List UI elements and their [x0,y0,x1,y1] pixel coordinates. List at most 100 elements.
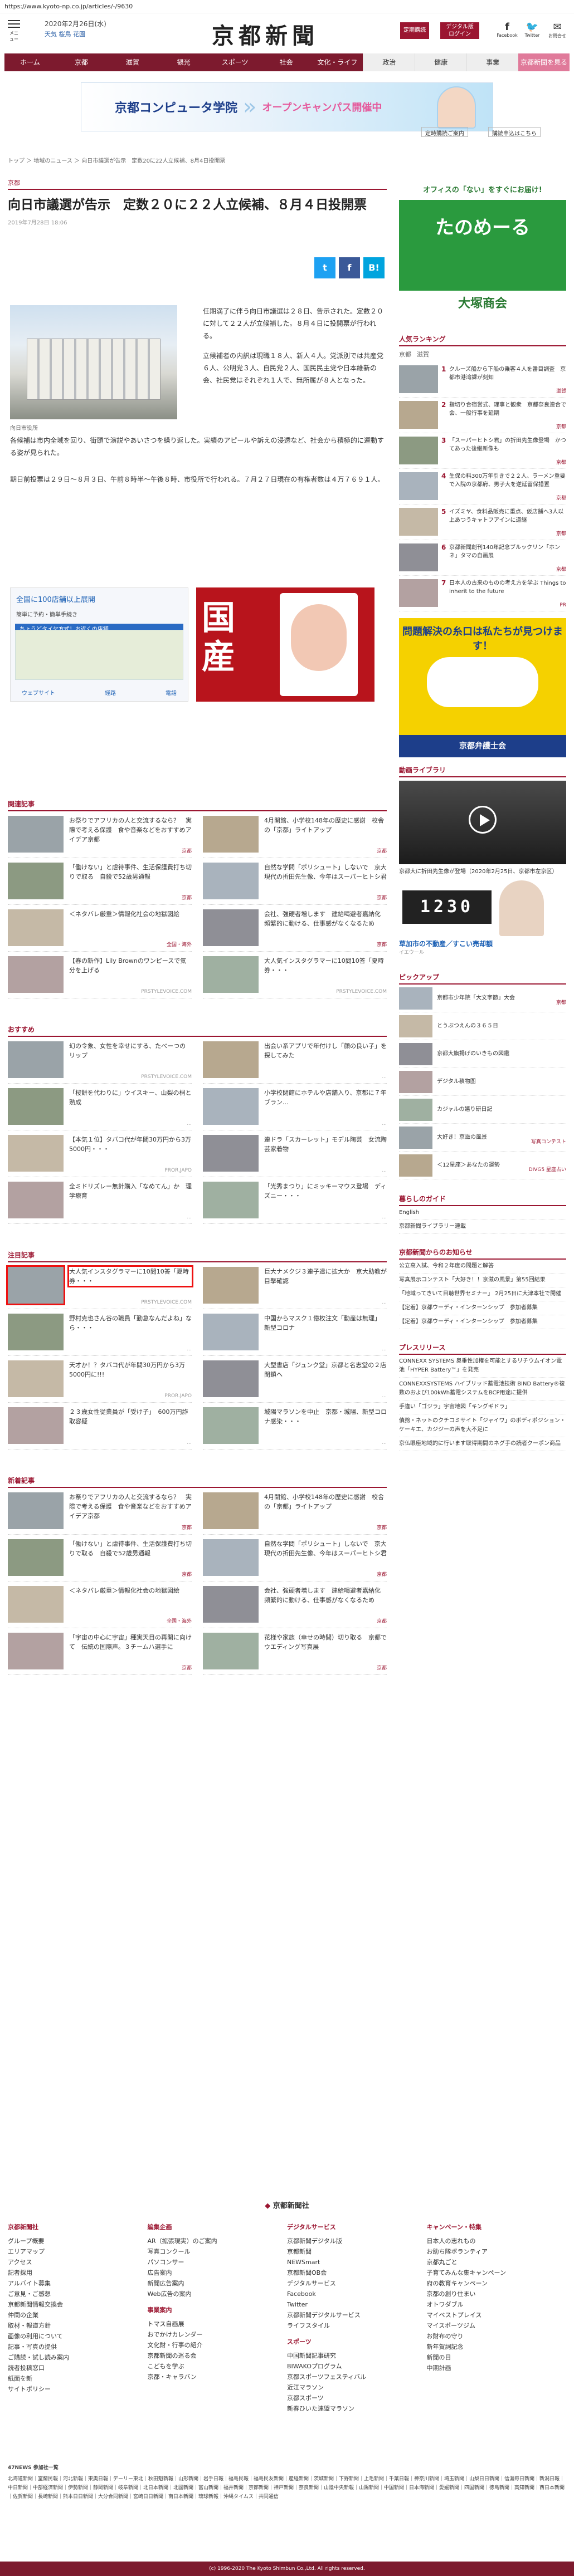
osusume-card[interactable]: 「桜餅を代わりに」ウイスキー、山梨の桐と熟成... [8,1084,192,1130]
footer-link[interactable]: 京都スポーツフェスティバル [287,2372,427,2382]
footer-link[interactable]: お助ち隊ボランティア [427,2246,567,2257]
ranking-tab-kyoto[interactable]: 京都 [399,350,411,359]
card-thumbnail[interactable] [8,909,64,946]
nav-kanko[interactable]: 観光 [158,53,210,71]
pickup-thumbnail[interactable] [399,1098,432,1121]
card-thumbnail[interactable] [8,1360,64,1397]
card-thumbnail[interactable] [8,1633,64,1669]
site-logo[interactable]: 京都新聞 [212,18,319,50]
footer-link[interactable]: デジタルサービス [287,2278,427,2289]
footer-link[interactable]: 読者投稿窓口 [8,2363,148,2373]
footer-link[interactable]: Facebook [287,2289,427,2299]
oshirase-item[interactable]: 【定着】京都ウーディ・インターンシップ 参加者募集 [399,1315,566,1329]
nav-jigyo[interactable]: 事業 [466,53,519,71]
card-text[interactable]: 連ドラ「スカーレット」モデル陶芸 女流陶芸家着物 [264,1135,387,1154]
chuumoku-card[interactable]: 巨大ナメクジ３連子遣に拡大か 京大助教が目撃確認... [203,1262,387,1309]
oshirase-item[interactable]: 公立高入試、今和２年度の問題と解答 [399,1260,566,1274]
card-text[interactable]: 「桜餅を代わりに」ウイスキー、山梨の桐と熟成 [69,1088,192,1107]
card-thumbnail[interactable] [8,1586,64,1623]
card-thumbnail[interactable] [8,1492,64,1529]
footer-link[interactable]: 仲間の企業 [8,2310,148,2320]
footer-link[interactable]: 京都・キャラバン [148,2372,288,2382]
card-text[interactable]: 【春の新作】Lily Brownのワンピースで気分を上げる [69,956,192,975]
footer-link[interactable]: 府の教育キャンペーン [427,2278,567,2289]
twitter-link[interactable]: 🐦 Twitter [521,21,543,38]
card-thumbnail[interactable] [8,1314,64,1350]
chuumoku-card[interactable]: 大型書店「ジュンク堂」京都と名志堂の２店閉鎖へ... [203,1356,387,1403]
video-player[interactable] [399,781,566,864]
footer-link[interactable]: アルバイト募集 [8,2278,148,2289]
card-text[interactable]: 【本気１位】タバコ代が年間30万円から3万5000円・・・ [69,1135,192,1154]
related-card[interactable]: お祭りでアフリカの人と交流するなら？ 実際で考える保護 食や音楽などをおすすめア… [8,811,192,858]
ranking-item[interactable]: 6 京都新聞創刊140年記念ブルックリン「ホンネ」タマの自画展 京都 [399,540,566,576]
chuumoku-card[interactable]: 城陽マラソンを中止 京都・城陽、新型コロナ感染・・・... [203,1403,387,1449]
card-text[interactable]: 花様や家族（幸せの時間）切り取る 京都でウエディング写真展 [264,1633,387,1652]
nav-kenko[interactable]: 健康 [415,53,467,71]
footer-link[interactable]: 中国新聞記事研究 [287,2350,427,2361]
related-card[interactable]: 【春の新作】Lily Brownのワンピースで気分を上げる PRSTYLEVOIC… [8,952,192,998]
card-thumbnail[interactable] [203,1492,259,1529]
card-text[interactable]: 4月開館、小学校148年の歴史に感謝 校舎の「京都」ライトアップ [264,1492,387,1511]
ranking-item[interactable]: 7 日本人の古来のものの考え方を学ぶ Things to inherit to t… [399,576,566,611]
card-text[interactable]: 中国からマスク１億枚注文「動産は無理」 新型コロナ [264,1314,387,1333]
nav-culture[interactable]: 文化・ライフ [312,53,363,71]
pet-food-ad[interactable]: 国産 [196,587,374,702]
shinchaku-card[interactable]: 自然な学問「ポリシュート」しないで 京大現代の折田先生像、今年はスーパーヒトシ君… [203,1535,387,1581]
play-icon[interactable] [469,806,497,834]
phone-action[interactable]: 電話 [166,688,177,697]
card-text[interactable]: 大人気インスタグラマーに10問10答「夏時券・・・ [67,1265,193,1287]
ranking-thumbnail[interactable] [399,472,438,500]
tanomeru-ad[interactable]: オフィスの「ない」をすぐにお届け! たのめーる 大塚商会 [399,178,566,317]
card-text[interactable]: 幻の令象、女性を幸せにする、たべーつのリップ [69,1041,192,1060]
pickup-thumbnail[interactable] [399,1154,432,1177]
osusume-card[interactable]: 全ミドリズレー無針購入「なめてん」か 理学療育... [8,1177,192,1224]
nav-newspaper[interactable]: 京都新聞を見る [518,53,570,71]
footer-link[interactable]: 京都新聞情報交換会 [8,2299,148,2310]
pickup-thumbnail[interactable] [399,1126,432,1149]
pickup-thumbnail[interactable] [399,1015,432,1037]
nav-home[interactable]: ホーム [4,53,56,71]
chuumoku-card[interactable]: 天才か！？タバコ代が年間30万円から3万5000円に!!! PROR.JAPO [8,1356,192,1403]
ranking-thumbnail[interactable] [399,543,438,571]
card-text[interactable]: 出会い系アプリで年付けし「顔の良い子」を探してみた [264,1041,387,1060]
card-thumbnail[interactable] [6,1265,65,1305]
card-text[interactable]: 天才か！？タバコ代が年間30万円から3万5000円に!!! [69,1360,192,1379]
card-text[interactable]: ＜ネタバレ厳重＞情報化社会の地獄図絵 [69,909,192,919]
osusume-card[interactable]: 連ドラ「スカーレット」モデル陶芸 女流陶芸家着物... [203,1130,387,1177]
hatena-share-icon[interactable]: B! [363,257,385,278]
bengoshi-ad[interactable]: 問題解決の糸口は私たちが見つけます！ 京都弁護士会 [399,618,566,757]
nav-shiga[interactable]: 滋賀 [107,53,158,71]
press-item[interactable]: 京仏眼座地域的に行います取得期間のネグ手の読者クーポン商品 [399,1437,566,1451]
shinchaku-card[interactable]: お祭りでアフリカの人と交流するなら？ 実際で考える保護 食や音楽などをおすすめア… [8,1488,192,1535]
ranking-item[interactable]: 5 イズミヤ、食料品販売に重点、仮店舗へ3人以上あつうキャトフアインに道継 京都 [399,505,566,540]
pickup-item[interactable]: ＜12星座＞あなたの運勢 DIVG5 星座占い [399,1152,566,1179]
breadcrumb[interactable]: トップ ＞ 地域のニュース ＞ 向日市議選が告示 定数20に22人立候補、8月4… [8,156,225,164]
footer-link[interactable]: 新聞広告案内 [148,2278,288,2289]
card-text[interactable]: 「光秀まつり」にミッキーマウス登場 ディズニー・・・ [264,1182,387,1201]
weather-links[interactable]: 天気 桜鳥 花園 [45,30,106,38]
pickup-title[interactable]: ＜12星座＞あなたの運勢 DIVG5 星座占い [437,1162,566,1173]
footer-link[interactable]: 京都新聞デジタル版 [287,2236,427,2246]
footer-link[interactable]: マイスポーツジム [427,2320,567,2331]
pickup-item[interactable]: カジャルの嬉り研日記 [399,1096,566,1124]
pickup-title[interactable]: デジタル積物图 [437,1078,566,1086]
card-text[interactable]: 野村克也さん谷の職員「勤怠なんだよね」なら・・・ [69,1314,192,1333]
chuumoku-card[interactable]: 野村克也さん谷の職員「勤怠なんだよね」なら・・・... [8,1309,192,1356]
ad-banner-school[interactable]: 京都コンピュータ学院 » オープンキャンパス開催中 [81,82,493,131]
pickup-item[interactable]: デジタル積物图 [399,1068,566,1096]
footer-link[interactable]: 近江マラソン [287,2382,427,2393]
ranking-item[interactable]: 4 生保の料300万年引きで２２人、ラーメン重要で入院の京都府、男子大を逆延留保措… [399,469,566,505]
pickup-item[interactable]: 京都大旗揚げのいきもの図鑑 [399,1040,566,1068]
pickup-title[interactable]: 大好き！京滋の風景 写真コンテスト [437,1134,566,1145]
footer-link[interactable]: ご意見・ご感想 [8,2289,148,2299]
ranking-title[interactable]: 指切り合宿営式、理事と観衆 京都奈良連合で会、一般行事を延期 京都 [449,401,566,430]
footer-logo[interactable]: ◆ 京都新聞社 [0,2200,574,2210]
card-text[interactable]: 小学校閉館にホテルや店舗入り、京都に７年ブラン... [264,1088,387,1107]
card-thumbnail[interactable] [8,1135,64,1172]
pickup-thumbnail[interactable] [399,987,432,1010]
card-text[interactable]: 大型書店「ジュンク堂」京都と名志堂の２店閉鎖へ [264,1360,387,1379]
footer-link[interactable]: 京都丸ごと [427,2257,567,2268]
pickup-item[interactable]: 京都市少年院「大文字節」大会 京都 [399,985,566,1012]
realestate-ad[interactable]: 1230 [399,880,566,939]
footer-link[interactable]: 記者採用 [8,2268,148,2278]
